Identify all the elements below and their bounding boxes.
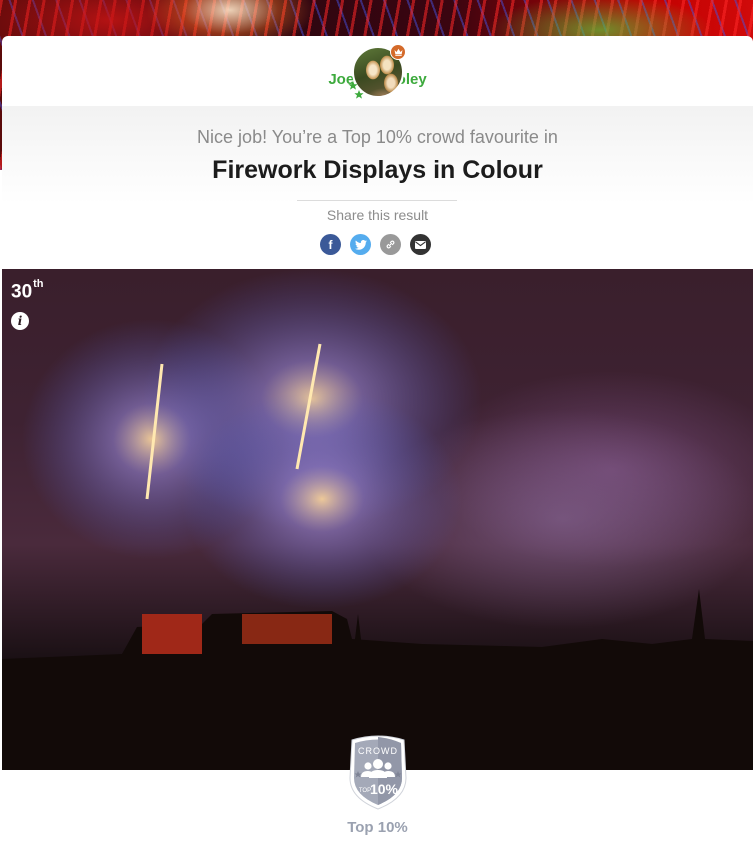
email-share-button[interactable] xyxy=(410,234,431,255)
facebook-share-button[interactable]: f xyxy=(320,234,341,255)
shield-badge-icon: CROWD TOP 10% xyxy=(349,735,407,810)
envelope-icon xyxy=(415,240,426,249)
badge-big-text: 10% xyxy=(370,781,399,797)
facebook-icon: f xyxy=(328,237,333,252)
result-card: Joe Gilhooley Nice job! You’re a Top 10%… xyxy=(2,36,753,843)
info-icon[interactable]: i xyxy=(11,312,29,330)
copy-link-button[interactable] xyxy=(380,234,401,255)
crown-icon xyxy=(390,44,406,60)
share-label: Share this result xyxy=(326,207,429,223)
badge-top-text: CROWD xyxy=(358,746,398,756)
user-avatar-group[interactable] xyxy=(348,44,408,102)
share-buttons: f xyxy=(320,234,431,255)
award-label: Top 10% xyxy=(347,819,408,836)
result-intro-text: Nice job! You’re a Top 10% crowd favouri… xyxy=(197,127,558,147)
fireworks-photo-illustration xyxy=(2,269,753,770)
rank-suffix: th xyxy=(33,278,44,290)
link-icon xyxy=(386,240,395,249)
entry-photo[interactable]: 30th i xyxy=(2,269,753,770)
info-glyph: i xyxy=(17,314,23,328)
crowd-top10-badge: CROWD TOP 10% xyxy=(344,734,412,812)
rank-number: 30 xyxy=(11,281,33,303)
result-summary: Nice job! You’re a Top 10% crowd favouri… xyxy=(2,106,753,269)
divider xyxy=(297,200,457,201)
category-title[interactable]: Firework Displays in Colour xyxy=(2,156,753,185)
twitter-icon xyxy=(354,239,367,250)
twitter-share-button[interactable] xyxy=(350,234,371,255)
rank-indicator: 30th xyxy=(11,278,44,303)
stars-icon xyxy=(348,81,364,99)
